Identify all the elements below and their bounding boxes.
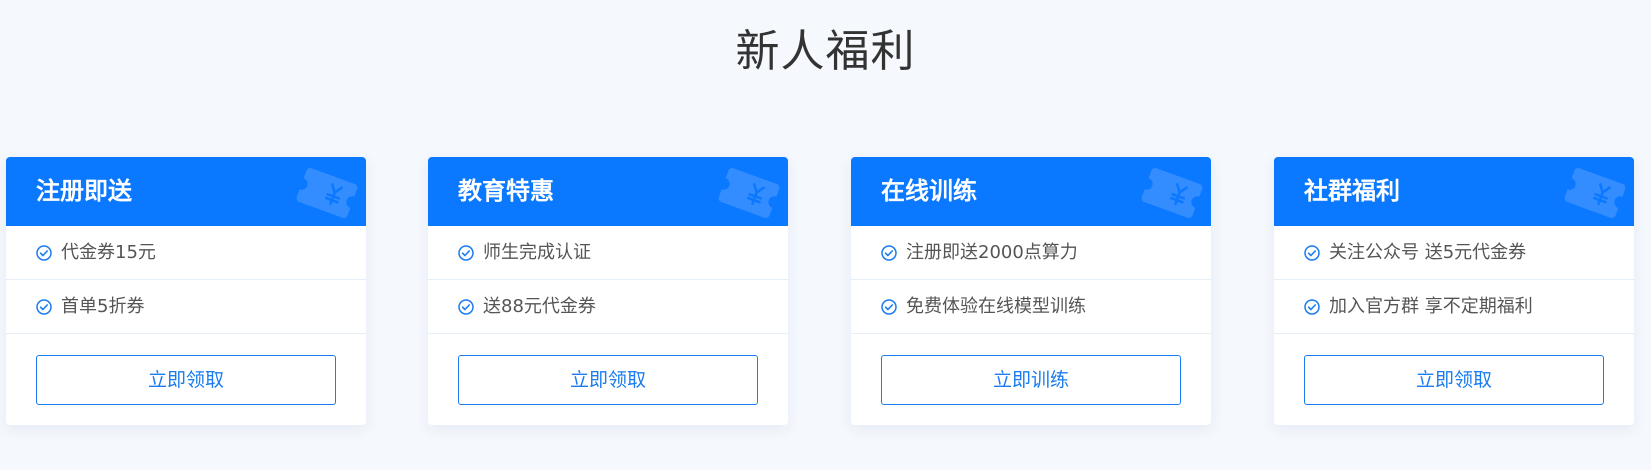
benefit-item: 首单5折券 — [6, 280, 366, 334]
benefit-cards: 注册即送 代金券15元 首单5折券 立即领取 教育特惠 师生完成认证 送88元代… — [6, 157, 1646, 425]
card-header: 在线训练 — [851, 157, 1211, 226]
benefit-text: 关注公众号 送5元代金券 — [1329, 242, 1527, 263]
check-circle-icon — [1304, 299, 1320, 315]
section-title: 新人福利 — [735, 26, 916, 77]
check-circle-icon — [36, 299, 52, 315]
benefit-card-register: 注册即送 代金券15元 首单5折券 立即领取 — [6, 157, 366, 425]
claim-button[interactable]: 立即领取 — [458, 355, 758, 405]
benefit-card-online-training: 在线训练 注册即送2000点算力 免费体验在线模型训练 立即训练 — [851, 157, 1211, 425]
check-circle-icon — [36, 245, 52, 261]
benefit-text: 免费体验在线模型训练 — [906, 296, 1086, 317]
benefit-card-community: 社群福利 关注公众号 送5元代金券 加入官方群 享不定期福利 立即领取 — [1274, 157, 1634, 425]
card-title: 注册即送 — [36, 177, 132, 205]
benefit-item: 注册即送2000点算力 — [851, 226, 1211, 280]
ticket-yen-icon — [718, 167, 780, 219]
card-title: 在线训练 — [881, 177, 977, 205]
check-circle-icon — [1304, 245, 1320, 261]
train-button[interactable]: 立即训练 — [881, 355, 1181, 405]
card-title: 教育特惠 — [458, 177, 554, 205]
ticket-yen-icon — [1564, 167, 1626, 219]
benefit-text: 注册即送2000点算力 — [906, 242, 1078, 263]
card-header: 教育特惠 — [428, 157, 788, 226]
benefit-text: 代金券15元 — [61, 242, 156, 263]
check-circle-icon — [881, 299, 897, 315]
check-circle-icon — [881, 245, 897, 261]
card-header: 社群福利 — [1274, 157, 1634, 226]
ticket-yen-icon — [1141, 167, 1203, 219]
benefit-item: 送88元代金券 — [428, 280, 788, 334]
benefit-item: 加入官方群 享不定期福利 — [1274, 280, 1634, 334]
benefit-item: 关注公众号 送5元代金券 — [1274, 226, 1634, 280]
claim-button[interactable]: 立即领取 — [1304, 355, 1604, 405]
card-title: 社群福利 — [1304, 177, 1400, 205]
benefit-item: 师生完成认证 — [428, 226, 788, 280]
benefit-text: 送88元代金券 — [483, 296, 596, 317]
benefit-item: 代金券15元 — [6, 226, 366, 280]
claim-button[interactable]: 立即领取 — [36, 355, 336, 405]
benefit-text: 首单5折券 — [61, 296, 145, 317]
card-header: 注册即送 — [6, 157, 366, 226]
check-circle-icon — [458, 299, 474, 315]
benefit-card-education: 教育特惠 师生完成认证 送88元代金券 立即领取 — [428, 157, 788, 425]
benefit-text: 师生完成认证 — [483, 242, 591, 263]
benefit-text: 加入官方群 享不定期福利 — [1329, 296, 1533, 317]
ticket-yen-icon — [296, 167, 358, 219]
benefit-item: 免费体验在线模型训练 — [851, 280, 1211, 334]
check-circle-icon — [458, 245, 474, 261]
